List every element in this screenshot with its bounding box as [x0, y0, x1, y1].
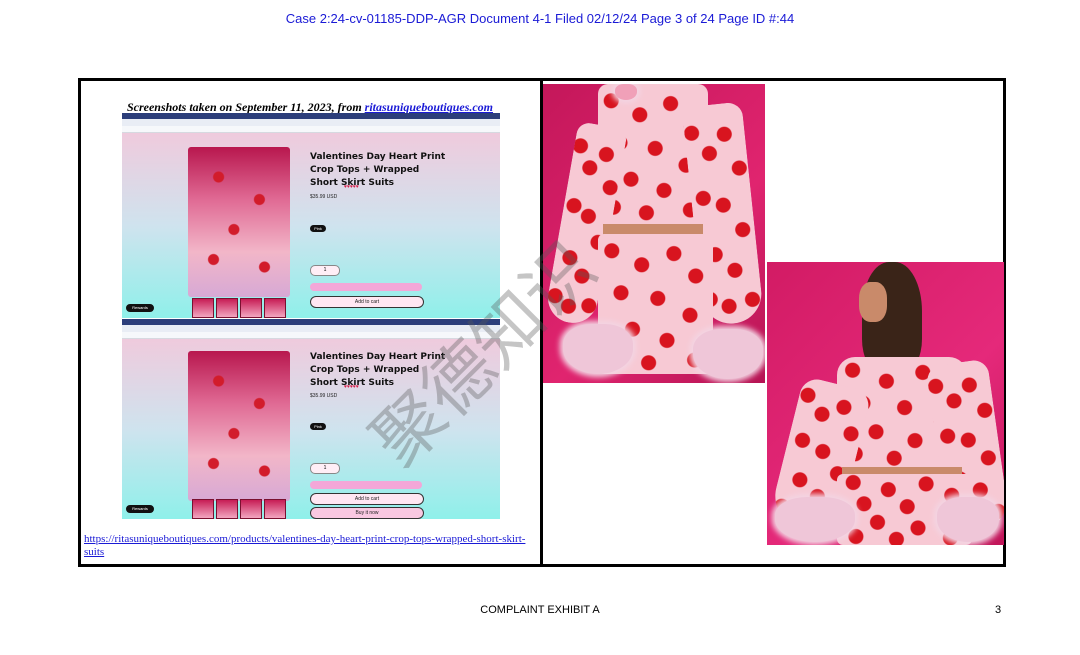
browser-bookmarks-bar	[122, 332, 500, 339]
face	[859, 282, 887, 322]
fur-cuff	[937, 497, 999, 542]
thumbnail-strip	[192, 298, 286, 318]
color-option: Pink	[310, 423, 326, 430]
thumbnail	[216, 298, 238, 318]
browser-address-bar	[122, 119, 500, 126]
thumbnail	[240, 499, 262, 519]
exhibit-footer: COMPLAINT EXHIBIT A	[480, 604, 600, 616]
fur-cuff	[563, 324, 633, 374]
product-image	[188, 147, 290, 297]
caption-text: Screenshots taken on September 11, 2023,…	[126, 100, 365, 114]
add-to-cart-button: Add to cart	[310, 296, 424, 308]
rating-stars: ♥♥♥♥♥	[344, 384, 359, 390]
product-photo-back	[767, 262, 1004, 545]
thumbnail-strip	[192, 499, 286, 519]
color-option: Pink	[310, 225, 326, 232]
product-image	[188, 351, 290, 501]
rewards-button: Rewards	[126, 304, 154, 312]
product-url[interactable]: https://ritasuniqueboutiques.com/product…	[84, 533, 536, 559]
add-to-cart-button: Add to cart	[310, 493, 424, 505]
product-title: Valentines Day Heart Print Crop Tops + W…	[310, 152, 446, 188]
thumbnail	[192, 499, 214, 519]
page-number: 3	[995, 604, 1002, 616]
browser-bookmarks-bar	[122, 126, 500, 133]
thumbnail	[216, 499, 238, 519]
browser-address-bar	[122, 325, 500, 332]
case-header: Case 2:24-cv-01185-DDP-AGR Document 4-1 …	[285, 11, 795, 26]
thumbnail	[240, 298, 262, 318]
thumbnail	[264, 298, 286, 318]
buy-now-button: Buy it now	[310, 507, 424, 519]
caption-link[interactable]: ritasuniqueboutiques.com	[365, 100, 493, 114]
rewards-button: Rewards	[126, 505, 154, 513]
thumbnail	[264, 499, 286, 519]
quantity-stepper: 1	[310, 463, 340, 474]
quantity-stepper: 1	[310, 265, 340, 276]
screenshot-1: Valentines Day Heart Print Crop Tops + W…	[122, 113, 500, 318]
product-price: $35.99 USD	[310, 393, 338, 399]
product-price: $35.99 USD	[310, 194, 338, 200]
thumbnail	[192, 298, 214, 318]
fur-cuff	[693, 329, 763, 379]
hair-flower	[615, 84, 637, 100]
promo-banner	[310, 283, 422, 291]
promo-banner	[310, 481, 422, 489]
product-title: Valentines Day Heart Print Crop Tops + W…	[310, 352, 446, 388]
product-photo-front	[543, 84, 765, 383]
fur-cuff	[775, 497, 855, 542]
screenshot-2: Valentines Day Heart Print Crop Tops + W…	[122, 319, 500, 519]
rating-stars: ♥♥♥♥♥	[344, 184, 359, 190]
